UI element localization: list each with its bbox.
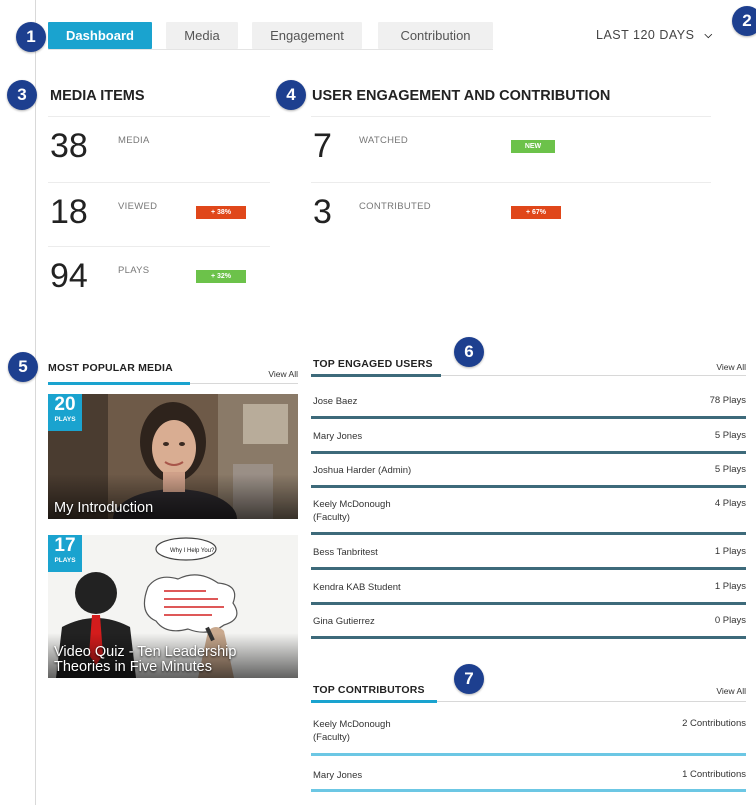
user-name: Keely McDonough (Faculty)	[313, 499, 391, 523]
chevron-down-icon: ⌵	[704, 29, 713, 41]
user-name: Mary Jones	[313, 770, 363, 781]
stat-watched: 7 WATCHED NEW	[311, 116, 711, 178]
contribution-count: 2 Contributions	[682, 718, 746, 729]
media-items-title: MEDIA ITEMS	[50, 88, 145, 104]
row-separator	[311, 636, 746, 639]
header-accent-bar	[311, 700, 437, 703]
user-name: Keely McDonough (Faculty)	[313, 719, 391, 743]
callout-marker: 7	[454, 664, 484, 694]
row-separator	[311, 602, 746, 605]
change-badge: + 38%	[196, 206, 246, 219]
row-separator	[311, 485, 746, 488]
plays-badge: 17 PLAYS	[48, 535, 82, 572]
stat-viewed: 18 VIEWED + 38%	[48, 182, 270, 244]
user-name: Bess Tanbritest	[313, 547, 378, 558]
callout-marker: 1	[16, 22, 46, 52]
media-thumbnail[interactable]: Why I Help You? 17 PLAYS Video Quiz - Te…	[48, 535, 298, 678]
stat-value: 38	[50, 127, 88, 165]
new-badge: NEW	[511, 140, 555, 153]
most-popular-media-header: MOST POPULAR MEDIA View All	[48, 360, 298, 385]
play-count: 78 Plays	[709, 395, 746, 406]
tab-engagement[interactable]: Engagement	[252, 22, 362, 49]
view-all-link[interactable]: View All	[716, 686, 746, 696]
contribution-count: 1 Contributions	[682, 769, 746, 780]
play-count: 0 Plays	[714, 615, 746, 626]
plays-count: 20	[54, 394, 76, 415]
stat-value: 7	[313, 127, 332, 165]
tab-dashboard[interactable]: Dashboard	[48, 22, 152, 49]
stat-media: 38 MEDIA	[48, 116, 270, 178]
user-name: Jose Baez	[313, 396, 358, 407]
user-name: Mary Jones	[313, 431, 363, 442]
row-separator	[311, 451, 746, 454]
callout-marker: 4	[276, 80, 306, 110]
tab-contribution[interactable]: Contribution	[378, 22, 493, 49]
play-count: 1 Plays	[714, 581, 746, 592]
play-count: 5 Plays	[714, 430, 746, 441]
stat-value: 18	[50, 193, 88, 231]
header-accent-bar	[48, 382, 190, 385]
row-separator	[311, 416, 746, 419]
stat-plays: 94 PLAYS + 32%	[48, 246, 270, 308]
plays-label: PLAYS	[54, 416, 76, 423]
top-contributors-title: TOP CONTRIBUTORS	[313, 684, 425, 696]
date-range-dropdown[interactable]: LAST 120 DAYS ⌵	[596, 28, 713, 42]
stat-value: 94	[50, 257, 88, 295]
callout-marker: 5	[8, 352, 38, 382]
row-separator	[311, 789, 746, 792]
callout-marker: 6	[454, 337, 484, 367]
left-divider	[35, 0, 36, 805]
row-separator	[311, 567, 746, 570]
stat-label: WATCHED	[359, 135, 409, 146]
tab-media[interactable]: Media	[166, 22, 238, 49]
most-popular-media-title: MOST POPULAR MEDIA	[48, 362, 173, 374]
top-engaged-users-header: TOP ENGAGED USERS View All	[311, 356, 746, 377]
top-engaged-users-title: TOP ENGAGED USERS	[313, 358, 433, 370]
tabs-underline	[48, 49, 493, 50]
user-name: Gina Gutierrez	[313, 616, 375, 627]
view-all-link[interactable]: View All	[268, 369, 298, 379]
header-accent-bar	[311, 374, 441, 377]
date-range-label: LAST 120 DAYS	[596, 28, 695, 42]
media-title: My Introduction	[54, 500, 154, 516]
row-separator	[311, 753, 746, 756]
stat-label: PLAYS	[118, 265, 150, 276]
row-separator	[311, 532, 746, 535]
stat-label: CONTRIBUTED	[359, 201, 431, 212]
view-all-link[interactable]: View All	[716, 362, 746, 372]
change-badge: + 32%	[196, 270, 246, 283]
callout-marker: 3	[7, 80, 37, 110]
top-contributors-header: TOP CONTRIBUTORS View All	[311, 682, 746, 703]
play-count: 4 Plays	[714, 498, 746, 509]
media-thumbnail[interactable]: 20 PLAYS My Introduction	[48, 394, 298, 519]
stat-label: MEDIA	[118, 135, 150, 146]
play-count: 5 Plays	[714, 464, 746, 475]
play-count: 1 Plays	[714, 546, 746, 557]
plays-label: PLAYS	[54, 557, 76, 564]
plays-badge: 20 PLAYS	[48, 394, 82, 431]
media-title: Video Quiz - Ten Leadership Theories in …	[54, 644, 237, 675]
change-badge: + 67%	[511, 206, 561, 219]
stat-contributed: 3 CONTRIBUTED + 67%	[311, 182, 711, 244]
stat-value: 3	[313, 193, 332, 231]
callout-marker: 2	[732, 6, 756, 36]
user-engagement-title: USER ENGAGEMENT AND CONTRIBUTION	[312, 88, 611, 104]
user-name: Kendra KAB Student	[313, 582, 401, 593]
user-name: Joshua Harder (Admin)	[313, 465, 412, 476]
stat-label: VIEWED	[118, 201, 158, 212]
svg-text:Why I Help You?: Why I Help You?	[170, 548, 215, 554]
plays-count: 17	[54, 535, 76, 556]
